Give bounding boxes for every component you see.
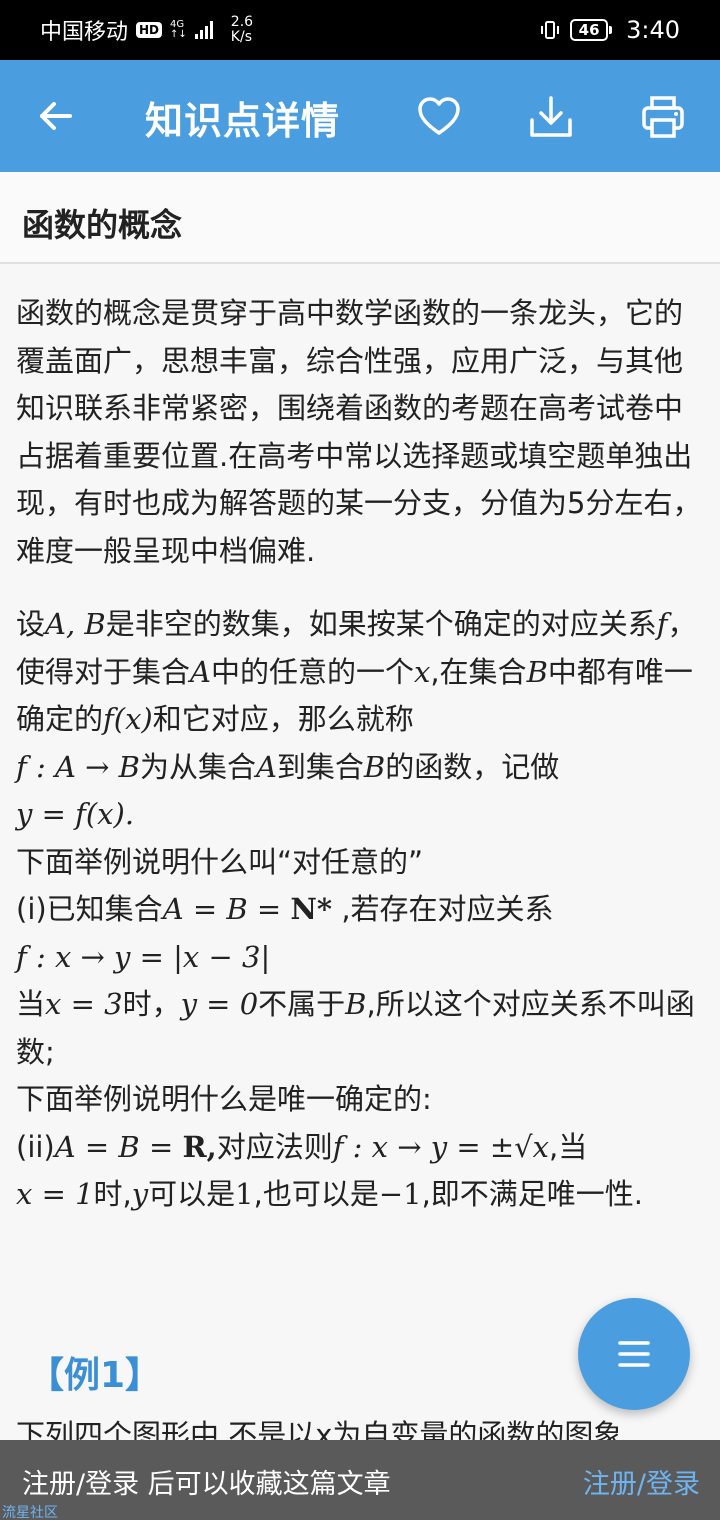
math-expr: x = 1: [16, 1177, 94, 1211]
text: 的函数，记做: [385, 749, 560, 784]
article-content: 函数的概念是贯穿于高中数学函数的一条龙头，它的覆盖面广，思想丰富，综合性强，应用…: [16, 290, 708, 1219]
text: 当: [16, 987, 46, 1021]
login-prompt-bar: 注册/登录 后可以收藏这篇文章 注册/登录: [0, 1440, 720, 1520]
math-expr: B: [526, 654, 548, 689]
example-i: (i)已知集合A = B = N* ,若存在对应关系 f : x → y = |x…: [16, 886, 708, 1076]
math-expr: N*: [290, 892, 333, 926]
text: 为从集合: [139, 749, 256, 784]
status-right: 46 3:40: [538, 16, 680, 44]
example-title: 【例1】: [28, 1355, 162, 1396]
math-expr: A: [255, 749, 277, 784]
math-expr: f : x → y = ±√x: [332, 1129, 549, 1164]
text: 设: [16, 607, 46, 641]
text: 到集合: [276, 749, 364, 784]
math-expr: B: [363, 749, 386, 784]
math-expr: y = f(x).: [16, 797, 135, 831]
math-expr: f(x): [103, 702, 153, 736]
menu-icon: [618, 1341, 650, 1367]
text: ,也可以是: [253, 1177, 379, 1211]
text: 是非空的数集，如果按某个确定的对应关系: [105, 607, 657, 641]
math-expr: A, B: [45, 607, 106, 641]
text: (i)已知集合: [16, 892, 163, 926]
example-ii: (ii)A = B = R,对应法则f : x → y = ±√x,当 x = 1…: [16, 1124, 708, 1219]
network-type: 4G ↑↓: [170, 20, 187, 40]
signal-icon: [194, 21, 213, 39]
math-expr: f : A → B: [16, 749, 140, 784]
section-title: 函数的概念: [22, 206, 183, 244]
math-expr: A = B =: [162, 892, 291, 926]
example-question-text: 下列四个图形中,不是以x为自变量的函数的图象: [16, 1418, 623, 1442]
any-example-intro: 下面举例说明什么叫“对任意的”: [16, 844, 424, 879]
printer-icon[interactable]: [640, 94, 686, 140]
math-expr: B: [345, 987, 367, 1021]
battery-level: 46: [570, 19, 609, 41]
text: ,若存在对应关系: [332, 892, 554, 926]
section-header: 函数的概念: [0, 172, 720, 264]
network-activity-icon: ↑↓: [170, 29, 187, 40]
login-prompt-message: 注册/登录 后可以收藏这篇文章: [22, 1469, 391, 1500]
text: (ii): [16, 1129, 55, 1164]
math-expr: f: [656, 607, 668, 641]
text: 时,: [93, 1177, 132, 1211]
network-speed: 2.6 K/s: [231, 15, 253, 45]
heart-icon[interactable]: [416, 94, 462, 140]
arrow-left-icon[interactable]: [36, 96, 76, 136]
math-expr: A = B =: [54, 1129, 183, 1164]
math-expr: 1: [235, 1177, 254, 1211]
text: ,当: [549, 1129, 588, 1164]
math-expr: −1: [378, 1177, 422, 1211]
app-bar: 知识点详情: [0, 60, 720, 172]
watermark: 流星社区: [2, 1505, 58, 1520]
text: 中的任意的一个: [210, 654, 414, 689]
text: 对应法则: [216, 1129, 333, 1164]
math-expr: x: [413, 654, 431, 689]
text: ,在集合: [430, 654, 527, 689]
definition-paragraph: 设A, B是非空的数集，如果按某个确定的对应关系f，使得对于集合A中的任意的一个…: [16, 601, 708, 839]
text: 可以是: [148, 1177, 236, 1211]
math-expr: A: [190, 654, 211, 689]
page-title: 知识点详情: [145, 99, 341, 143]
vibrate-icon: [541, 21, 560, 39]
battery-icon: 46: [570, 19, 613, 41]
download-icon[interactable]: [528, 94, 574, 140]
text: 时，: [122, 987, 181, 1021]
status-left: 中国移动 HD 4G ↑↓ 2.6 K/s: [40, 14, 253, 46]
math-expr: f : x → y = |x − 3|: [16, 939, 271, 974]
intro-paragraph: 函数的概念是贯穿于高中数学函数的一条龙头，它的覆盖面广，思想丰富，综合性强，应用…: [16, 296, 702, 568]
hd-badge: HD: [136, 22, 163, 38]
login-link[interactable]: 注册/登录: [583, 1462, 700, 1501]
network-speed-unit: K/s: [230, 29, 252, 45]
math-expr: y: [131, 1177, 149, 1211]
unique-example-intro: 下面举例说明什么是唯一确定的:: [16, 1082, 432, 1116]
math-expr: R,: [182, 1129, 217, 1164]
status-bar: 中国移动 HD 4G ↑↓ 2.6 K/s 46 3:40: [0, 0, 720, 60]
text: ,即不满足唯一性.: [421, 1177, 644, 1211]
math-expr: y = 0: [180, 987, 259, 1021]
text: 和它对应，那么就称: [152, 702, 414, 736]
menu-fab-button[interactable]: [578, 1298, 690, 1410]
carrier-name: 中国移动: [40, 20, 129, 45]
clock: 3:40: [626, 16, 680, 44]
text: 不属于: [258, 987, 346, 1021]
math-expr: x = 3: [45, 987, 123, 1021]
network-speed-value: 2.6: [230, 14, 254, 30]
